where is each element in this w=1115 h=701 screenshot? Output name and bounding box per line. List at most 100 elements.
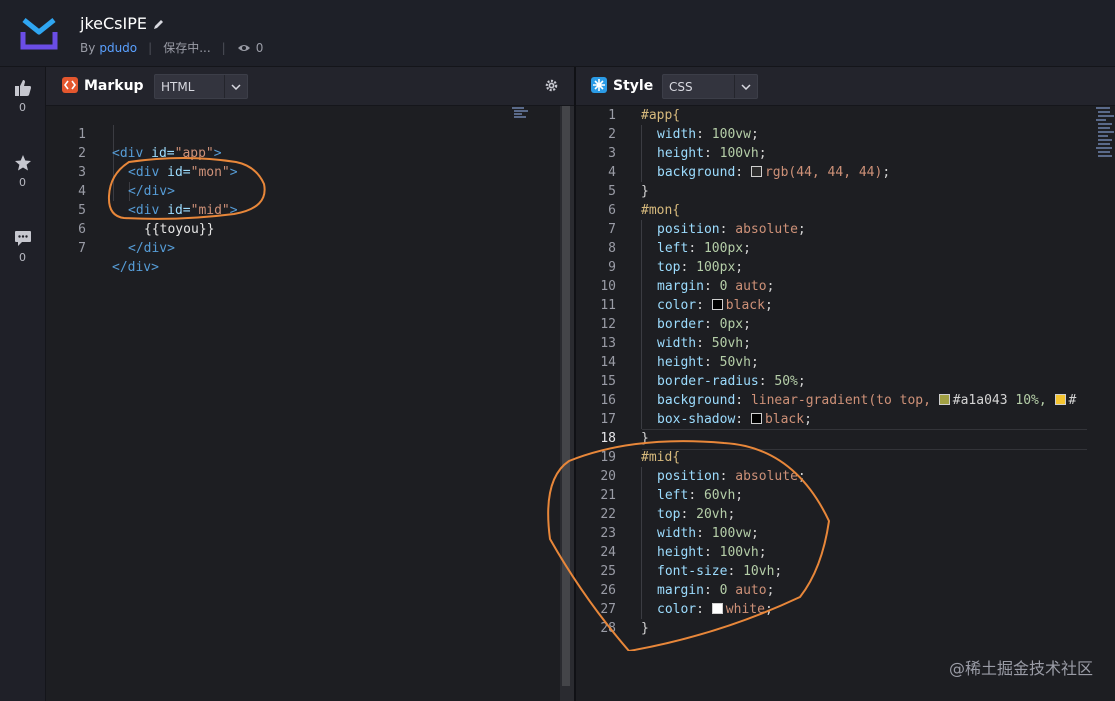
value: auto [735,583,767,598]
code-text: margin: 0 auto; [657,277,774,296]
style-editor[interactable]: 1 #app{2 width: 100vw; 3 height: 100vh; 4 back… [547,106,1115,701]
line-number: 14 [600,355,616,370]
color-swatch[interactable] [938,394,950,405]
value: auto [735,279,767,294]
code-text: top: 20vh; [657,505,735,524]
indent-guide [641,467,642,619]
punct: : [696,602,712,617]
indent-guide [641,220,642,429]
property: left [657,241,689,256]
code-text: } [641,619,649,638]
value: black [725,298,765,313]
pen-title[interactable]: jkeCsIPE [80,14,147,33]
property: font-size [657,564,728,579]
punct: : [696,298,712,313]
style-language-select[interactable]: CSS [662,74,758,99]
view-count-value: 0 [255,40,264,55]
property: background [657,165,736,180]
comment-button[interactable]: 0 [0,229,45,264]
minimap[interactable] [512,106,530,120]
gear-icon[interactable] [545,79,558,92]
punct: ; [797,469,806,484]
scroll-thumb[interactable] [562,106,570,686]
pencil-icon[interactable] [153,18,165,30]
value: 50vh [711,336,744,351]
value: #a1a043 [952,393,1008,408]
value: 60vh [703,488,736,503]
current-line-highlight [642,429,1087,450]
code-text: {{toyou}} [144,222,215,237]
punct: ; [735,488,744,503]
punct: ; [797,374,806,389]
line-number: 2 [608,127,616,142]
comment-count: 0 [19,251,26,264]
punct: : [696,127,712,142]
code-text: left: 60vh; [657,486,743,505]
code-text: background: rgb(44, 44, 44); [657,163,890,182]
brace: } [641,431,649,446]
property: top [657,507,681,522]
color-swatch[interactable] [1054,394,1066,405]
value: 10%, [1015,393,1047,408]
value: 100vw [711,526,751,541]
code-text: color: white; [657,600,773,619]
line-number: 24 [600,545,616,560]
code-text: background: linear-gradient(to top, #a1a… [657,391,1076,410]
punct: : [758,374,775,389]
css-icon [591,77,607,93]
color-swatch[interactable] [750,166,762,177]
line-number: 1 [608,108,616,123]
value: 0px [719,317,744,332]
markup-scrollbar[interactable] [560,106,574,701]
property: height [657,355,704,370]
line-number: 18 [600,431,616,446]
punct: ; [797,222,806,237]
punct: : [703,583,720,598]
logo-icon[interactable] [18,14,60,54]
author-link[interactable]: pdudo [99,41,137,55]
code-text: </div> [128,184,175,199]
line-number: 10 [600,279,616,294]
property: width [657,127,697,142]
code-text: height: 100vh; [657,144,767,163]
value: 10vh [743,564,775,579]
punct: ; [766,279,775,294]
attr: id= [159,203,191,218]
value: 50% [774,374,798,389]
string: "mid" [190,203,230,218]
indent-guide [641,125,642,182]
code-text: color: black; [657,296,773,315]
value: 100vh [719,146,759,161]
punct: ; [766,583,775,598]
code-text: width: 100vw; [657,125,759,144]
color-swatch[interactable] [711,299,723,310]
star-button[interactable]: 0 [0,154,45,189]
by-label: By [80,40,96,55]
markup-language-select[interactable]: HTML [154,74,248,99]
code-text: margin: 0 auto; [657,581,774,600]
save-status: 保存中... [163,41,211,55]
brace: } [641,621,649,636]
punct: : [680,260,697,275]
color-swatch[interactable] [750,413,762,424]
line-number: 17 [600,412,616,427]
property: margin [657,279,704,294]
color-swatch[interactable] [711,603,723,614]
tag: <div [128,203,160,218]
line-number: 5 [608,184,616,199]
star-count: 0 [19,176,26,189]
thumbs-up-icon [14,80,31,96]
property: border-radius [657,374,759,389]
punct: ; [743,336,751,351]
line-number: 26 [600,583,616,598]
pen-meta: By pdudo | 保存中... | 0 [80,39,263,56]
punct: : [719,222,736,237]
code-text: #app{ [641,106,680,125]
attr: id= [143,146,175,161]
punct: ; [750,355,759,370]
code-text: #mon{ [641,201,680,220]
like-button[interactable]: 0 [0,79,45,114]
minimap[interactable] [1096,106,1114,162]
markup-editor[interactable]: 1 <div id="app"> 2 <div id="mon"> 3 </di… [46,106,560,701]
code-line: 7 </div> [46,220,159,275]
